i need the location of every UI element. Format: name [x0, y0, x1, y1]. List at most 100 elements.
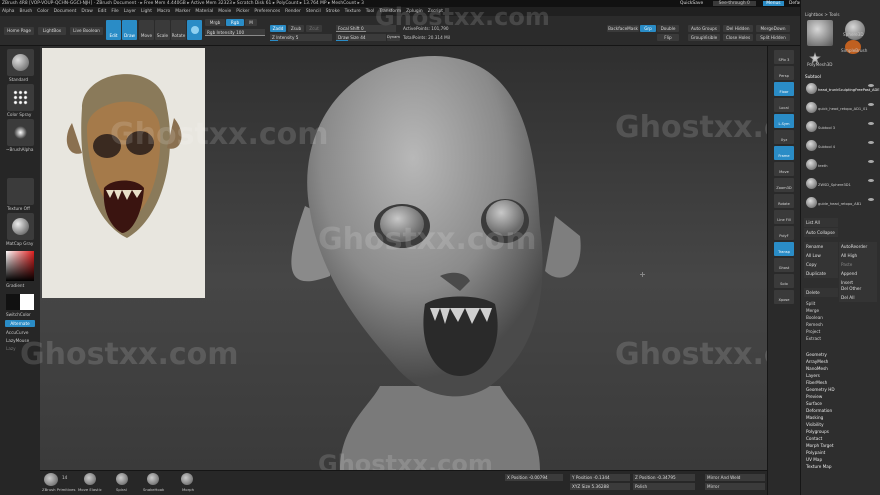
visibility-eye-icon[interactable]	[868, 122, 874, 125]
subpalette-polypaint[interactable]: Polypaint	[804, 449, 876, 456]
menu-edit[interactable]: Edit	[98, 9, 107, 14]
shelf-line-fill-button[interactable]: Line Fill	[774, 210, 794, 224]
menu-marker[interactable]: Marker	[175, 9, 190, 14]
menu-file[interactable]: File	[111, 9, 118, 14]
material-sphere-button[interactable]	[187, 20, 202, 40]
group-visible-button[interactable]: GroupVisible	[688, 34, 720, 41]
subpalette-geometry[interactable]: Geometry	[804, 351, 876, 358]
draw-button[interactable]: Draw	[122, 20, 137, 40]
auto-reorder-button[interactable]: AutoReorder	[839, 242, 877, 251]
menu-zplugin[interactable]: Zplugin	[406, 9, 423, 14]
menu-draw[interactable]: Draw	[81, 9, 92, 14]
subtool-item[interactable]: Subtool 4	[804, 139, 878, 152]
shelf-rotate-button[interactable]: Rotate	[774, 194, 794, 208]
mirror-and-weld-button[interactable]: Mirror And Weld	[705, 474, 765, 481]
alternate-button[interactable]: Alternate	[5, 320, 35, 327]
del-other-button[interactable]: Del Other	[839, 284, 877, 293]
polish-slider[interactable]: Polish	[633, 483, 695, 490]
menu-document[interactable]: Document	[54, 9, 77, 14]
mrgb-button[interactable]: Mrgb	[205, 19, 225, 26]
shelf-ghost-button[interactable]: Ghost	[774, 258, 794, 272]
menu-light[interactable]: Light	[141, 9, 152, 14]
subpalette-texture-map[interactable]: Texture Map	[804, 463, 876, 470]
menu-layer[interactable]: Layer	[124, 9, 136, 14]
scale-button[interactable]: Scale	[155, 20, 170, 40]
visibility-eye-icon[interactable]	[868, 84, 874, 87]
subpalette-visibility[interactable]: Visibility	[804, 421, 876, 428]
shelf-transp-button[interactable]: Transp	[774, 242, 794, 256]
lightbox-tools-button[interactable]: Lightbox > Tools	[805, 12, 840, 17]
list-all-button[interactable]: List All	[804, 218, 838, 227]
visibility-eye-icon[interactable]	[868, 179, 874, 182]
rgb-button[interactable]: Rgb	[226, 19, 244, 26]
menu-tool[interactable]: Tool	[366, 9, 375, 14]
alpha-button[interactable]	[7, 119, 34, 146]
subpalette-morph-target[interactable]: Morph Target	[804, 442, 876, 449]
y-position-slider[interactable]: Y Position -0.1344	[570, 474, 630, 481]
all-high-button[interactable]: All High	[839, 251, 877, 260]
subpalette-boolean[interactable]: Boolean	[804, 314, 876, 321]
menu-stroke[interactable]: Stroke	[326, 9, 340, 14]
subpalette-nanomesh[interactable]: NanoMesh	[804, 365, 876, 372]
split-hidden-button[interactable]: Split Hidden	[756, 34, 790, 41]
dynamic-button[interactable]: Dynamic	[387, 34, 400, 41]
switch-color-label[interactable]: SwitchColor	[6, 312, 31, 317]
menu-brush[interactable]: Brush	[19, 9, 32, 14]
m-button[interactable]: M	[245, 19, 257, 26]
home-page-button[interactable]: Home Page	[4, 27, 34, 35]
visibility-eye-icon[interactable]	[868, 103, 874, 106]
subpalette-layers[interactable]: Layers	[804, 372, 876, 379]
subtool-item[interactable]: ZWSD_Sphere3D1	[804, 177, 878, 190]
append-button[interactable]: Append	[839, 269, 877, 278]
menu-stencil[interactable]: Stencil	[306, 9, 321, 14]
zadd-button[interactable]: Zadd	[270, 25, 286, 32]
duplicate-button[interactable]: Duplicate	[804, 269, 838, 278]
shelf-floor-button[interactable]: Floor	[774, 82, 794, 96]
shelf-spix-3-button[interactable]: SPix 3	[774, 50, 794, 64]
shelf-persp-button[interactable]: Persp	[774, 66, 794, 80]
menu-transform[interactable]: Transform	[379, 9, 401, 14]
x-position-slider[interactable]: X Position -0.00794	[505, 474, 563, 481]
sphere3d-tool[interactable]	[845, 20, 865, 40]
see-through-slider[interactable]: See-through 0	[712, 1, 756, 6]
stroke-button[interactable]	[7, 84, 34, 111]
z-intensity-slider[interactable]: Z Intensity 5	[270, 34, 332, 41]
accucurve-button[interactable]: AccuCurve	[6, 330, 28, 335]
visibility-eye-icon[interactable]	[868, 198, 874, 201]
menu-alpha[interactable]: Alpha	[2, 9, 14, 14]
subpalette-split[interactable]: Split	[804, 300, 876, 307]
shelf-move-button[interactable]: Move	[774, 162, 794, 176]
color-picker[interactable]	[6, 251, 34, 281]
del-hidden-button[interactable]: Del Hidden	[723, 25, 753, 32]
merge-down-button[interactable]: MergeDown	[756, 25, 790, 32]
snakehook-brush-button[interactable]	[147, 473, 159, 485]
subtool-item[interactable]: head_trunkSculptingFreePost_ADE	[804, 82, 880, 95]
brush-standard-button[interactable]	[7, 49, 34, 76]
subpalette-deformation[interactable]: Deformation	[804, 407, 876, 414]
xyz-size-slider[interactable]: XYZ Size 5.36288	[570, 483, 630, 490]
z-position-slider[interactable]: Z Position -0.34795	[633, 474, 695, 481]
document-canvas[interactable]	[40, 46, 767, 470]
auto-groups-button[interactable]: Auto Groups	[688, 25, 720, 32]
subpalette-surface[interactable]: Surface	[804, 400, 876, 407]
delete-button[interactable]: Delete	[804, 288, 838, 297]
menu-preferences[interactable]: Preferences	[254, 9, 280, 14]
subpalette-extract[interactable]: Extract	[804, 335, 876, 342]
rgb-intensity-slider[interactable]: Rgb Intensity 100	[205, 29, 265, 36]
visibility-eye-icon[interactable]	[868, 141, 874, 144]
subtool-item[interactable]: teeth	[804, 158, 878, 171]
zcut-button[interactable]: Zcut	[306, 25, 322, 32]
move-button[interactable]: Move	[139, 20, 154, 40]
quicksave-button[interactable]: QuickSave	[680, 1, 703, 6]
double-button[interactable]: Double	[657, 25, 679, 32]
zbrush-primitives-button[interactable]	[44, 473, 58, 486]
focal-shift-slider[interactable]: Focal Shift 0	[336, 25, 396, 32]
menu-color[interactable]: Color	[37, 9, 48, 14]
material-button[interactable]	[7, 213, 34, 240]
subpalette-geometry-hd[interactable]: Geometry HD	[804, 386, 876, 393]
subpalette-uv-map[interactable]: UV Map	[804, 456, 876, 463]
menu-material[interactable]: Material	[195, 9, 213, 14]
morph-brush-button[interactable]	[181, 473, 193, 485]
zsub-button[interactable]: Zsub	[288, 25, 304, 32]
menu-movie[interactable]: Movie	[218, 9, 231, 14]
